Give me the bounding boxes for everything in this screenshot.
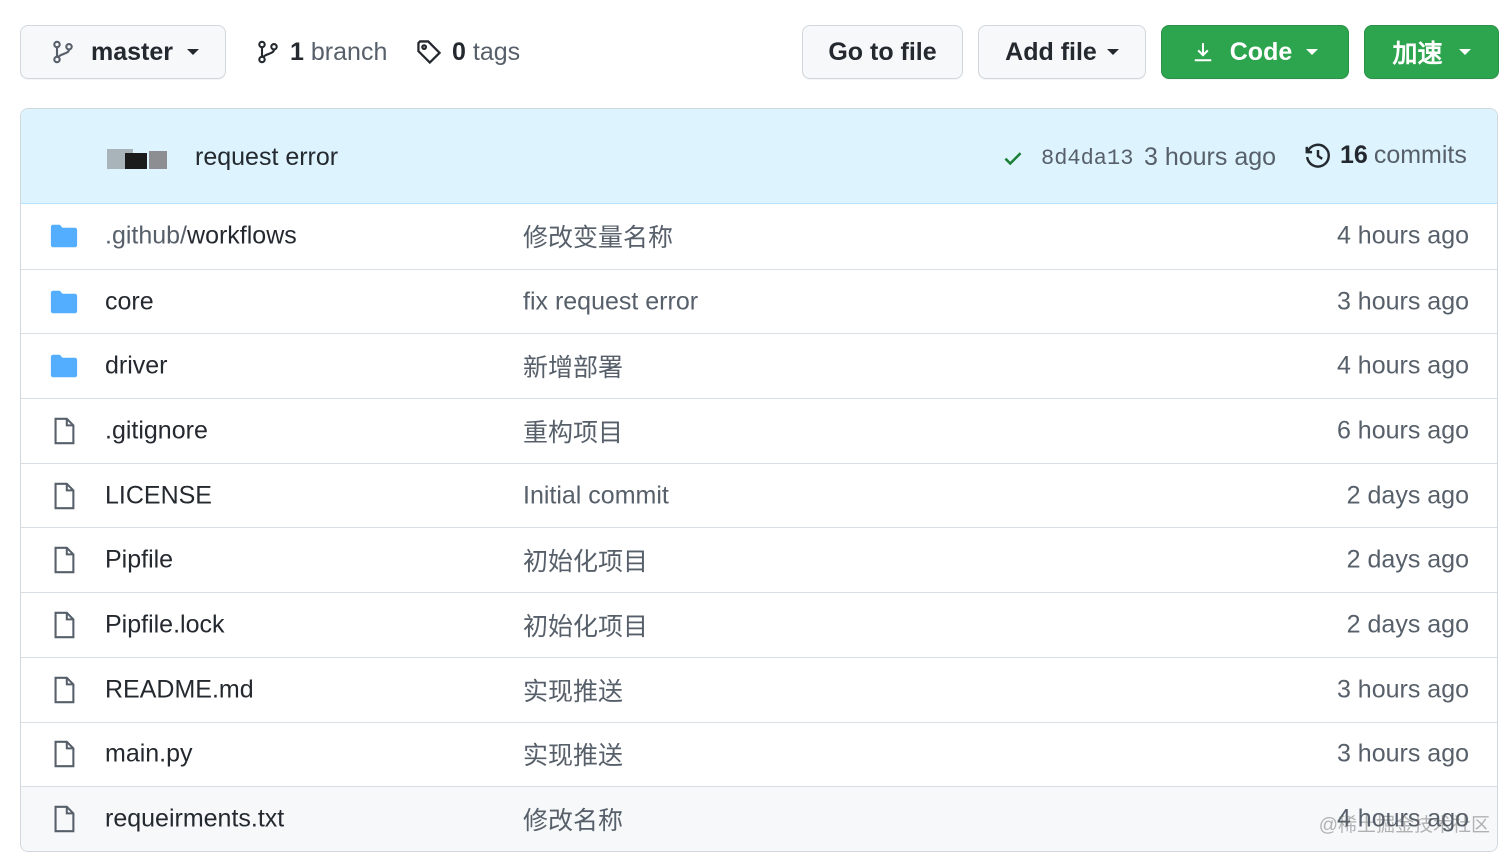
chevron-down-icon bbox=[1458, 49, 1471, 55]
file-icon bbox=[49, 481, 79, 511]
file-list: .github/workflows 修改变量名称 4 hours ago core fi… bbox=[21, 204, 1497, 851]
file-row[interactable]: requeirments.txt 修改名称 4 hours ago bbox=[21, 786, 1497, 851]
file-name-link[interactable]: .github/workflows bbox=[105, 222, 297, 251]
commit-message-link[interactable]: fix request error bbox=[523, 287, 698, 316]
file-name: driver bbox=[105, 351, 168, 380]
file-name-link[interactable]: README.md bbox=[105, 675, 254, 704]
accelerate-button[interactable]: 加速 bbox=[1364, 25, 1499, 79]
file-name-link[interactable]: driver bbox=[105, 352, 168, 381]
file-browser: request error 8d4da13 3 hours ago 16 com… bbox=[20, 108, 1498, 852]
commit-message-link[interactable]: 修改变量名称 bbox=[523, 218, 673, 254]
branches-label: branch bbox=[310, 37, 388, 66]
commit-time: 3 hours ago bbox=[1144, 143, 1277, 171]
commit-message-link[interactable]: Initial commit bbox=[523, 481, 669, 510]
file-row[interactable]: driver 新增部署 4 hours ago bbox=[21, 333, 1497, 398]
commit-age: 3 hours ago bbox=[1336, 675, 1469, 704]
commit-age: 2 days ago bbox=[1346, 545, 1469, 574]
commit-message-link[interactable]: 重构项目 bbox=[523, 413, 623, 449]
file-name-link[interactable]: Pipfile.lock bbox=[105, 610, 225, 639]
add-file-label: Add file bbox=[1005, 37, 1097, 66]
branches-count: 1 bbox=[290, 37, 304, 66]
commit-age: 3 hours ago bbox=[1336, 287, 1469, 316]
file-icon bbox=[49, 675, 79, 705]
file-icon bbox=[49, 804, 79, 834]
commit-age: 2 days ago bbox=[1346, 610, 1469, 639]
branch-select-label: master bbox=[91, 37, 173, 66]
branches-link[interactable]: 1 branch bbox=[256, 25, 387, 79]
file-name-prefix: .github/ bbox=[105, 221, 188, 250]
file-name: requeirments.txt bbox=[105, 804, 285, 833]
check-icon bbox=[1001, 147, 1025, 169]
git-branch-icon bbox=[256, 39, 280, 65]
file-row[interactable]: LICENSE Initial commit 2 days ago bbox=[21, 462, 1497, 528]
code-button[interactable]: Code bbox=[1161, 25, 1349, 79]
file-row[interactable]: README.md 实现推送 3 hours ago bbox=[21, 656, 1497, 722]
file-row[interactable]: Pipfile.lock 初始化项目 2 days ago bbox=[21, 592, 1497, 657]
commit-message-link[interactable]: 实现推送 bbox=[523, 736, 623, 772]
tags-count: 0 bbox=[452, 37, 466, 66]
folder-icon bbox=[49, 351, 79, 381]
file-name: Pipfile.lock bbox=[105, 610, 225, 639]
branch-select-button[interactable]: master bbox=[20, 25, 226, 79]
file-name-link[interactable]: .gitignore bbox=[105, 416, 208, 445]
file-name: Pipfile bbox=[105, 545, 174, 574]
accelerate-label: 加速 bbox=[1392, 40, 1443, 68]
commit-age: 6 hours ago bbox=[1336, 416, 1469, 445]
latest-commit-message[interactable]: request error bbox=[195, 143, 338, 172]
file-row[interactable]: main.py 实现推送 3 hours ago bbox=[21, 721, 1497, 787]
file-name-link[interactable]: main.py bbox=[105, 740, 193, 769]
commits-link[interactable]: 16 commits bbox=[1304, 141, 1467, 170]
folder-icon bbox=[49, 221, 79, 251]
file-icon bbox=[49, 739, 79, 769]
commit-sha[interactable]: 8d4da13 bbox=[1041, 146, 1133, 171]
go-to-file-button[interactable]: Go to file bbox=[802, 25, 963, 79]
file-name-link[interactable]: Pipfile bbox=[105, 546, 173, 575]
file-name-link[interactable]: requeirments.txt bbox=[105, 805, 284, 834]
commit-age: 3 hours ago bbox=[1336, 739, 1469, 768]
code-label: Code bbox=[1229, 37, 1293, 66]
tags-link[interactable]: 0 tags bbox=[416, 25, 520, 79]
commit-age: 2 days ago bbox=[1346, 481, 1469, 510]
watermark: @稀土掘金技术社区 bbox=[1318, 815, 1490, 836]
commits-count: 16 bbox=[1340, 141, 1368, 169]
file-name: README.md bbox=[105, 675, 254, 704]
file-row[interactable]: .github/workflows 修改变量名称 4 hours ago bbox=[21, 204, 1497, 269]
file-name: workflows bbox=[187, 221, 297, 250]
git-branch-icon bbox=[51, 39, 75, 65]
tag-icon bbox=[416, 39, 442, 65]
file-name: main.py bbox=[105, 739, 193, 768]
add-file-button[interactable]: Add file bbox=[978, 25, 1146, 79]
history-icon bbox=[1304, 142, 1332, 170]
author-avatar[interactable] bbox=[107, 145, 167, 173]
file-name-link[interactable]: core bbox=[105, 287, 154, 316]
commit-age: 4 hours ago bbox=[1336, 221, 1469, 250]
file-name: core bbox=[105, 287, 154, 316]
tags-label: tags bbox=[472, 37, 521, 66]
folder-icon bbox=[49, 287, 79, 317]
file-name: .gitignore bbox=[105, 416, 208, 445]
commit-message-link[interactable]: 修改名称 bbox=[523, 801, 623, 837]
file-name: LICENSE bbox=[105, 481, 212, 510]
file-icon bbox=[49, 610, 79, 640]
file-row[interactable]: Pipfile 初始化项目 2 days ago bbox=[21, 527, 1497, 592]
commit-message-link[interactable]: 实现推送 bbox=[523, 672, 623, 708]
repo-toolbar: master 1 branch 0 tags Go to file Add fi… bbox=[0, 0, 1512, 100]
file-icon bbox=[49, 545, 79, 575]
go-to-file-label: Go to file bbox=[828, 37, 937, 66]
chevron-down-icon bbox=[1306, 49, 1319, 55]
commit-message-link[interactable]: 初始化项目 bbox=[523, 607, 648, 643]
commit-age: 4 hours ago bbox=[1336, 351, 1469, 380]
commit-message-link[interactable]: 新增部署 bbox=[523, 348, 623, 384]
download-icon bbox=[1192, 40, 1214, 64]
commits-label: commits bbox=[1373, 141, 1467, 169]
chevron-down-icon bbox=[1106, 49, 1119, 55]
commit-message-link[interactable]: 初始化项目 bbox=[523, 542, 648, 578]
file-icon bbox=[49, 416, 79, 446]
file-row[interactable]: core fix request error 3 hours ago bbox=[21, 268, 1497, 334]
latest-commit-bar: request error 8d4da13 3 hours ago 16 com… bbox=[21, 109, 1497, 204]
file-name-link[interactable]: LICENSE bbox=[105, 481, 212, 510]
chevron-down-icon bbox=[187, 49, 199, 55]
file-row[interactable]: .gitignore 重构项目 6 hours ago bbox=[21, 398, 1497, 463]
